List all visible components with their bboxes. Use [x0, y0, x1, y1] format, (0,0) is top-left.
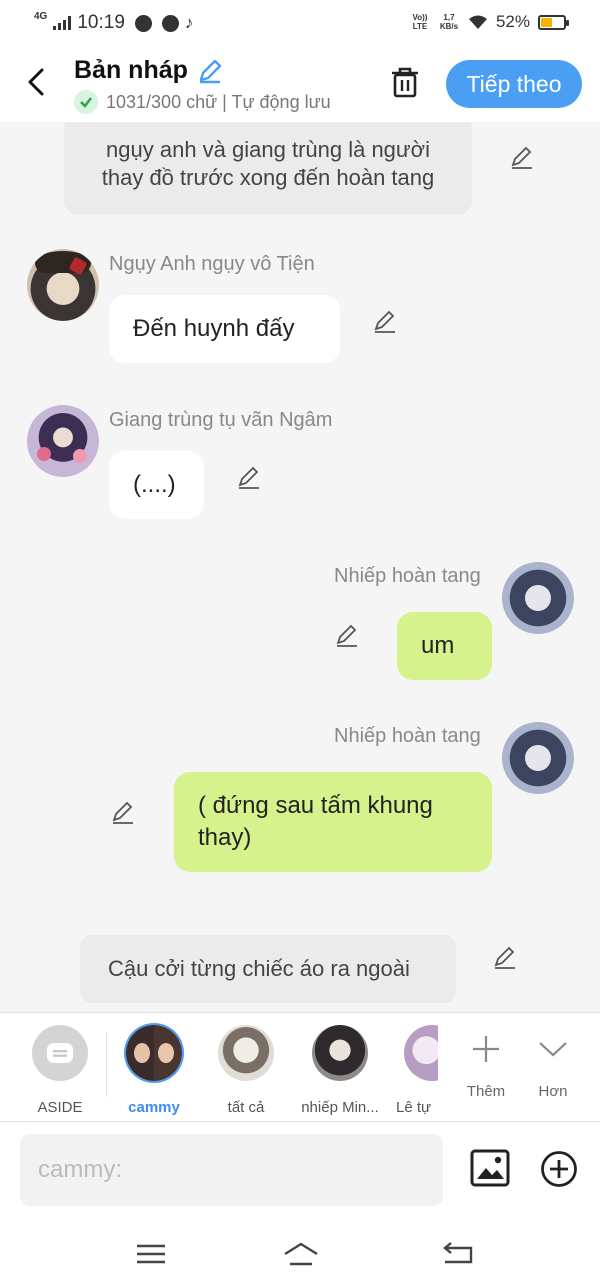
character-le-tu[interactable]: Lê tự — [390, 1025, 438, 1116]
chat-area[interactable]: ngụy anh và giang trùng là người thay đồ… — [0, 122, 600, 1012]
back-arrow-icon[interactable] — [22, 62, 54, 102]
back-icon[interactable] — [441, 1240, 475, 1268]
wifi-icon — [468, 15, 487, 29]
message-bubble[interactable]: ( đứng sau tấm khung thay) — [174, 772, 492, 872]
message-bubble[interactable]: Đến huynh đấy — [109, 295, 340, 363]
tiktok-icon: ♪ — [184, 13, 194, 32]
status-bar: 4G 10:19 ♪ Vo)) LTE 1,7 KB/s 52% — [0, 0, 600, 48]
add-circle-icon[interactable] — [540, 1150, 578, 1188]
character-selector: ASIDE cammy tất cả nhiếp Min... Lê tự Th… — [0, 1012, 600, 1122]
character-name: Nhiếp hoàn tang — [334, 725, 481, 747]
divider — [106, 1033, 107, 1097]
character-name: Ngụy Anh ngụy vô Tiện — [109, 253, 315, 275]
saved-check-icon — [74, 90, 98, 114]
chevron-down-icon — [539, 1042, 567, 1057]
word-count-text: 1031/300 chữ | Tự động lưu — [106, 91, 331, 112]
image-icon[interactable] — [470, 1148, 510, 1188]
app-notification-icon — [134, 14, 152, 32]
home-icon[interactable] — [282, 1240, 320, 1268]
edit-pencil-icon[interactable] — [236, 464, 262, 490]
edit-pencil-icon[interactable] — [334, 622, 360, 648]
avatar — [126, 1025, 182, 1081]
signal-icon — [53, 16, 72, 30]
clock: 10:19 — [77, 12, 125, 33]
add-character-button[interactable]: Thêm — [456, 1029, 516, 1100]
avatar — [218, 1025, 274, 1081]
character-nhiep-min[interactable]: nhiếp Min... — [299, 1025, 381, 1116]
avatar — [27, 249, 99, 321]
plus-icon — [473, 1036, 499, 1062]
aside-icon — [32, 1025, 88, 1081]
page-title: Bản nháp — [74, 56, 224, 85]
draft-title: Bản nháp — [74, 56, 188, 84]
character-cammy[interactable]: cammy — [113, 1025, 195, 1116]
network-speed: 1,7 KB/s — [439, 13, 459, 31]
avatar — [312, 1025, 368, 1081]
message-input[interactable] — [20, 1134, 443, 1206]
message-bubble[interactable]: um — [397, 612, 492, 680]
composer — [0, 1122, 600, 1222]
volte-indicator: Vo)) LTE — [412, 13, 428, 31]
edit-pencil-icon[interactable] — [110, 799, 136, 825]
avatar — [502, 562, 574, 634]
character-name: Giang trùng tụ vãn Ngâm — [109, 409, 333, 431]
edit-pencil-icon[interactable] — [492, 944, 518, 970]
narration-bubble[interactable]: ngụy anh và giang trùng là người thay đồ… — [64, 122, 472, 214]
narration-bubble[interactable]: Cậu cởi từng chiếc áo ra ngoài — [80, 935, 456, 1003]
character-name: Nhiếp hoàn tang — [334, 565, 481, 587]
messenger-icon — [161, 14, 179, 32]
trash-icon[interactable] — [387, 64, 423, 100]
network-type: 4G — [34, 11, 48, 22]
system-nav-bar — [0, 1222, 600, 1287]
avatar — [502, 722, 574, 794]
more-button[interactable]: Hơn — [523, 1029, 583, 1100]
message-bubble[interactable]: (....) — [109, 451, 204, 519]
battery-icon — [538, 14, 569, 30]
battery-percent: 52% — [495, 12, 530, 31]
edit-pencil-icon[interactable] — [372, 308, 398, 334]
edit-title-pencil-icon[interactable] — [196, 57, 224, 85]
word-count-status: 1031/300 chữ | Tự động lưu — [74, 90, 331, 114]
menu-icon[interactable] — [134, 1240, 168, 1268]
character-aside[interactable]: ASIDE — [19, 1025, 101, 1116]
avatar — [404, 1025, 438, 1081]
avatar — [27, 405, 99, 477]
edit-pencil-icon[interactable] — [509, 144, 535, 170]
next-button[interactable]: Tiếp theo — [446, 60, 582, 108]
character-all[interactable]: tất cả — [205, 1025, 287, 1116]
header: Bản nháp 1031/300 chữ | Tự động lưu Tiếp… — [0, 48, 600, 122]
